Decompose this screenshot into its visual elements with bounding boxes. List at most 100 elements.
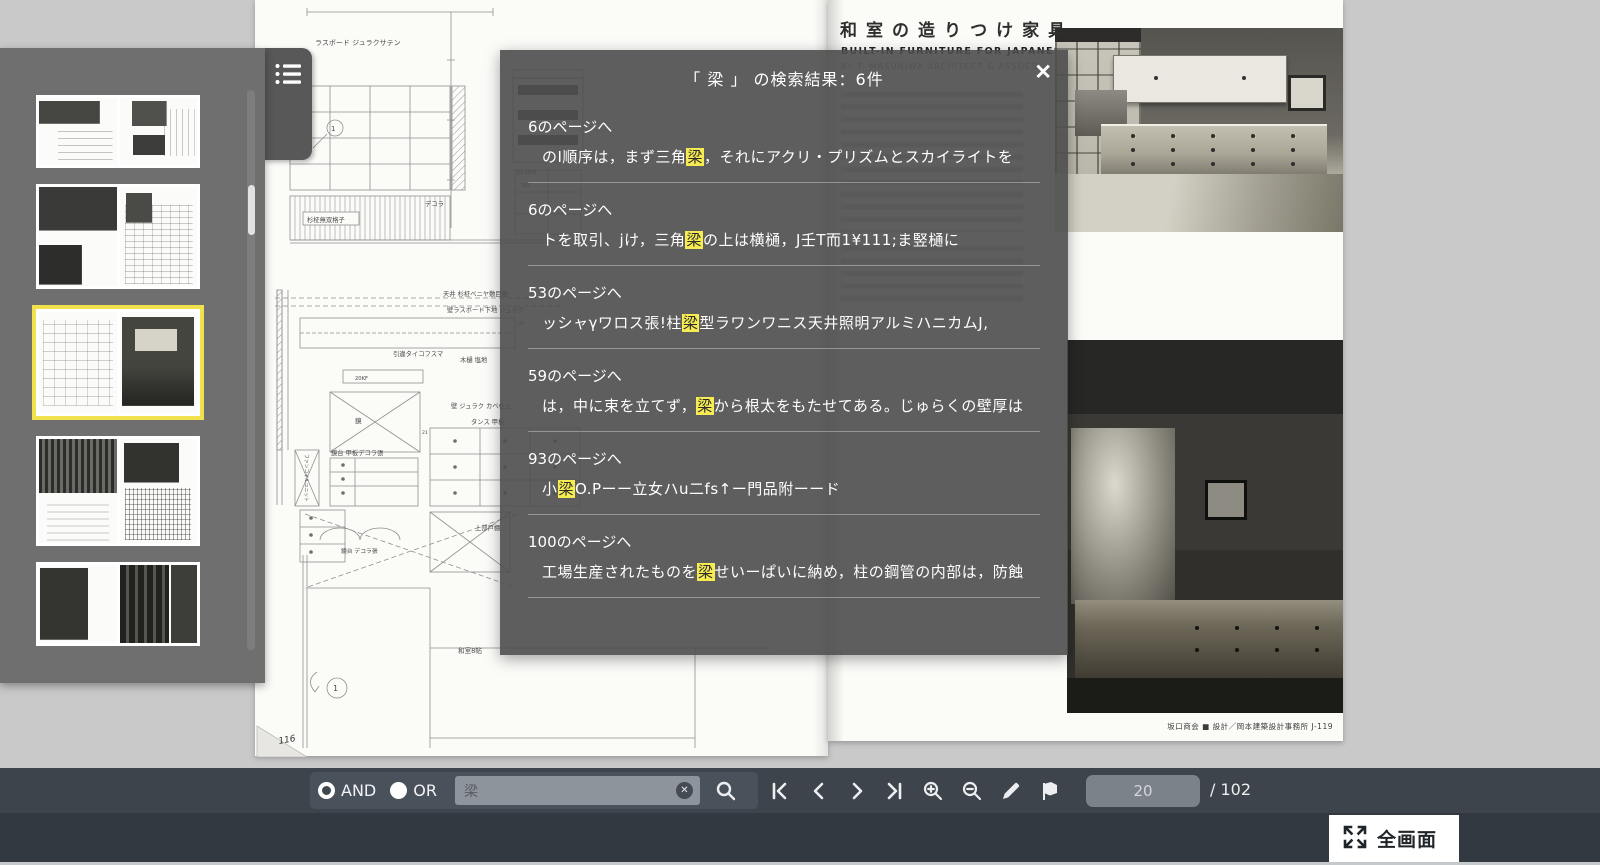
search-result-item: 53のページへッシャγワロス張!柱梁型ラワンワニス天井照明アルミハニカムJ, — [528, 266, 1040, 349]
svg-text:天井 杉柾ベニヤ敷目張: 天井 杉柾ベニヤ敷目張 — [443, 289, 509, 298]
page-thumbnail-spread-2[interactable] — [36, 184, 200, 289]
search-controls-group: AND OR ✕ — [310, 772, 758, 809]
framed-picture — [1205, 480, 1247, 520]
zoom-out-icon[interactable] — [961, 768, 983, 813]
result-snippet: 小梁O.Pーー立女ハu二fs↑ー門品附ーード — [542, 480, 841, 498]
page-thumbnail-spread-3-selected[interactable] — [32, 305, 204, 420]
search-results-list: 6のページへ のI順序は，まず三角梁，それにアクリ・プリズムとスカイライトを 6のペ… — [500, 90, 1068, 598]
svg-text:引違タイコフスマ: 引違タイコフスマ — [393, 349, 443, 358]
search-match-highlight: 梁 — [686, 148, 704, 166]
photo-room-top — [1055, 28, 1343, 232]
last-page-button[interactable] — [884, 768, 906, 813]
thumbnail-right-page — [119, 565, 197, 643]
search-result-item: 59のページへ は，中に束を立てず，梁から根太をもたせてある。じゅらくの壁厚は — [528, 349, 1040, 432]
thumbnail-left-page — [39, 98, 117, 165]
thumbnail-left-page — [39, 439, 117, 543]
sidebar-scrollbar-thumb[interactable] — [247, 185, 255, 235]
fullscreen-button[interactable]: 全画面 — [1329, 815, 1459, 862]
previous-page-button[interactable] — [808, 768, 830, 813]
close-icon[interactable]: ✕ — [1030, 58, 1056, 87]
result-page-link[interactable]: 6のページへ — [528, 116, 1040, 137]
wall-cabinet — [1113, 55, 1287, 103]
svg-text:鏡台 デコラ張: 鏡台 デコラ張 — [341, 547, 378, 555]
svg-text:木樋 塩地: 木樋 塩地 — [460, 355, 488, 364]
page-thumbnail-spread-5[interactable] — [36, 562, 200, 646]
thumbnail-left-page — [39, 565, 117, 643]
result-snippet: は，中に束を立てず，梁から根太をもたせてある。じゅらくの壁厚は — [542, 397, 1024, 415]
floor — [1067, 678, 1343, 713]
first-page-button[interactable] — [768, 768, 790, 813]
viewer-stage: ラスボード ジュラクサテン 杉柾無双格子 デコラ 天井 杉柾ベニヤ敷目張 壁ラス… — [0, 0, 1600, 865]
thumbnail-left-page — [39, 312, 117, 413]
framed-picture — [1288, 75, 1326, 111]
svg-text:21: 21 — [422, 430, 428, 436]
search-icon[interactable] — [715, 780, 737, 802]
thumbnail-right-page — [119, 98, 197, 165]
page-thumbnail-spread-1[interactable] — [36, 95, 200, 168]
search-result-item: 6のページへトを取引、jけ，三角梁の上は横樋，J壬T而1¥111;ま竪樋に — [528, 183, 1040, 266]
page-number-left: 116 — [278, 734, 297, 747]
search-result-item: 6のページへのI順序は，まず三角梁，それにアクリ・プリズムとスカイライトを — [528, 100, 1040, 183]
thumbnail-right-page — [119, 439, 197, 543]
fullscreen-expand-icon — [1342, 824, 1368, 853]
and-radio[interactable]: AND — [318, 781, 376, 800]
drawing-labels: ラスボード ジュラクサテン 杉柾無双格子 デコラ 天井 杉柾ベニヤ敷目張 壁ラス… — [278, 39, 537, 747]
result-page-link[interactable]: 6のページへ — [528, 199, 1040, 220]
search-result-item: 93のページへ小梁O.Pーー立女ハu二fs↑ー門品附ーード — [528, 432, 1040, 515]
pencil-icon[interactable] — [1000, 768, 1022, 813]
search-match-highlight: 梁 — [696, 397, 714, 415]
result-page-link[interactable]: 93のページへ — [528, 448, 1040, 469]
or-radio-label: OR — [413, 781, 437, 800]
detail-marker-1: 1 — [331, 125, 335, 133]
page-thumbnail-spread-4[interactable] — [36, 436, 200, 546]
search-results-title: 「 梁 」 の検索結果：6件 — [684, 70, 884, 89]
and-radio-label: AND — [341, 781, 377, 800]
toolbar: AND OR ✕ — [0, 768, 1600, 813]
tatami-floor — [1055, 174, 1343, 232]
svg-text:デコラ: デコラ — [425, 199, 444, 208]
next-page-button[interactable] — [846, 768, 868, 813]
result-snippet: 工場生産されたものを梁せいーぱいに納め，柱の鋼管の内部は，防蝕 — [542, 563, 1024, 581]
detail-marker-2: 1 — [333, 684, 338, 693]
page-number-input[interactable] — [1086, 775, 1200, 807]
thumbnail-list — [32, 95, 206, 662]
result-page-link[interactable]: 59のページへ — [528, 365, 1040, 386]
search-match-highlight: 梁 — [697, 563, 715, 581]
sidebar-toggle-button[interactable] — [263, 48, 312, 160]
result-page-link[interactable]: 53のページへ — [528, 282, 1040, 303]
svg-text:鏡台 甲板デコラ張: 鏡台 甲板デコラ張 — [331, 448, 384, 457]
lit-wall — [1071, 428, 1175, 604]
thumbnail-right-page — [119, 312, 197, 413]
or-radio[interactable]: OR — [390, 781, 437, 800]
zoom-in-icon[interactable] — [922, 768, 944, 813]
fullscreen-label: 全画面 — [1377, 830, 1438, 851]
svg-text:20KF: 20KF — [355, 376, 368, 382]
svg-text:和室8帖: 和室8帖 — [458, 646, 482, 655]
svg-text:ラスボード ジュラクサテン: ラスボード ジュラクサテン — [315, 39, 401, 47]
page-total: / 102 — [1210, 780, 1252, 799]
article-title: 和室の造りつけ家具 — [840, 21, 1075, 40]
svg-text:杉柾無双格子: 杉柾無双格子 — [307, 215, 345, 224]
result-page-link[interactable]: 100のページへ — [528, 531, 1040, 552]
bookmark-icon[interactable] — [1039, 768, 1061, 813]
search-result-item: 100のページへ 工場生産されたものを梁せいーぱいに納め，柱の鋼管の内部は，防蝕 — [528, 515, 1040, 598]
svg-text:鏡: 鏡 — [355, 416, 362, 425]
clear-search-icon[interactable]: ✕ — [675, 782, 693, 799]
photo-room-bottom — [1067, 340, 1343, 713]
result-snippet: トを取引、jけ，三角梁の上は横樋，J壬T而1¥111;ま竪樋に — [542, 231, 960, 249]
sidebar-scrollbar[interactable] — [247, 90, 255, 650]
thumbnail-right-page — [119, 187, 197, 286]
chest-of-drawers — [1101, 124, 1327, 176]
search-match-highlight: 梁 — [557, 480, 576, 498]
svg-text:ファンコイルユニット: ファンコイルユニット — [303, 454, 309, 502]
photo-caption: 坂口商会 ■ 設計／岡本建築設計事務所 J-119 — [1167, 722, 1333, 731]
result-snippet: ッシャγワロス張!柱梁型ラワンワニス天井照明アルミハニカムJ, — [542, 314, 989, 332]
search-input[interactable] — [454, 776, 700, 805]
search-results-panel: 「 梁 」 の検索結果：6件 ✕ 6のページへのI順序は，まず三角梁，それにアク… — [500, 50, 1068, 655]
thumbnail-sidebar — [0, 48, 265, 683]
search-match-highlight: 梁 — [685, 231, 703, 249]
search-match-highlight: 梁 — [681, 314, 700, 332]
thumbnail-left-page — [39, 187, 117, 286]
svg-text:上部戸棚: 上部戸棚 — [475, 523, 500, 532]
result-snippet: のI順序は，まず三角梁，それにアクリ・プリズムとスカイライトを — [542, 148, 1014, 166]
